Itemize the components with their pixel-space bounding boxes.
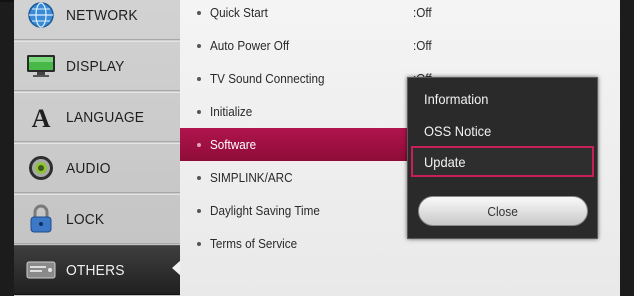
category-label: OTHERS bbox=[66, 261, 125, 279]
setting-label: Daylight Saving Time bbox=[210, 203, 320, 218]
bullet-icon bbox=[197, 142, 201, 147]
setting-value: :Off bbox=[413, 38, 432, 53]
software-popup-menu: Information OSS Notice Update Close bbox=[407, 77, 598, 239]
setting-label: Quick Start bbox=[210, 5, 268, 20]
network-globe-icon bbox=[26, 0, 56, 30]
setting-label: Terms of Service bbox=[210, 236, 298, 251]
bullet-icon bbox=[197, 76, 201, 81]
settings-screen: NETWORK DISPLAY A LANGUAGE AUDIO LOCK OT… bbox=[0, 0, 634, 296]
setting-label: SIMPLINK/ARC bbox=[210, 170, 293, 185]
category-display[interactable]: DISPLAY bbox=[14, 41, 180, 91]
category-label: LANGUAGE bbox=[66, 108, 145, 126]
category-label: NETWORK bbox=[66, 6, 138, 24]
svg-text:A: A bbox=[32, 104, 51, 131]
category-label: DISPLAY bbox=[66, 57, 125, 75]
bullet-icon bbox=[197, 10, 201, 15]
setting-label: TV Sound Connecting bbox=[210, 71, 325, 86]
bullet-icon bbox=[197, 109, 201, 114]
setting-label: Initialize bbox=[210, 104, 253, 119]
close-button[interactable]: Close bbox=[418, 196, 588, 226]
category-language[interactable]: A LANGUAGE bbox=[14, 92, 180, 142]
bullet-icon bbox=[197, 175, 201, 180]
setting-value: :Off bbox=[413, 5, 432, 20]
popup-item-label: Information bbox=[424, 90, 489, 107]
popup-item-label: OSS Notice bbox=[424, 122, 492, 139]
others-box-icon bbox=[26, 255, 56, 285]
display-monitor-icon bbox=[26, 51, 56, 81]
language-letter-a-icon: A bbox=[26, 102, 56, 132]
setting-row-software[interactable]: Software bbox=[180, 128, 410, 161]
setting-label: Software bbox=[210, 137, 257, 152]
close-button-label: Close bbox=[487, 203, 519, 219]
category-label: LOCK bbox=[66, 210, 105, 228]
audio-speaker-icon bbox=[26, 153, 56, 183]
popup-item-oss-notice[interactable]: OSS Notice bbox=[411, 115, 594, 146]
bullet-icon bbox=[197, 241, 201, 246]
bullet-icon bbox=[197, 208, 201, 213]
category-label: AUDIO bbox=[66, 159, 111, 177]
setting-row-auto-power-off[interactable]: Auto Power Off :Off bbox=[180, 29, 620, 62]
category-others[interactable]: OTHERS bbox=[14, 245, 180, 295]
category-audio[interactable]: AUDIO bbox=[14, 143, 180, 193]
category-network[interactable]: NETWORK bbox=[14, 0, 180, 40]
category-sidebar: NETWORK DISPLAY A LANGUAGE AUDIO LOCK OT… bbox=[14, 0, 180, 296]
right-edge bbox=[620, 0, 634, 296]
popup-item-information[interactable]: Information bbox=[411, 83, 594, 114]
padlock-icon bbox=[26, 204, 56, 234]
category-lock[interactable]: LOCK bbox=[14, 194, 180, 244]
bullet-icon bbox=[197, 43, 201, 48]
popup-item-label: Update bbox=[424, 153, 466, 170]
setting-label: Auto Power Off bbox=[210, 38, 290, 53]
popup-item-update[interactable]: Update bbox=[411, 146, 594, 177]
setting-row-quick-start[interactable]: Quick Start :Off bbox=[180, 0, 620, 29]
